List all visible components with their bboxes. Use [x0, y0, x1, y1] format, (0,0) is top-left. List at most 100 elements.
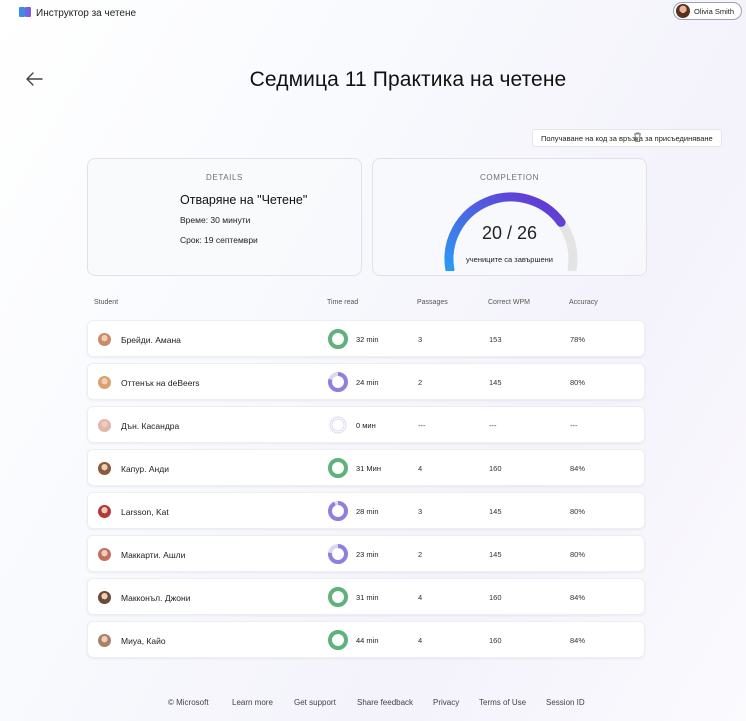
progress-ring-inner [331, 418, 345, 432]
avatar [98, 462, 111, 475]
passages-value: 4 [418, 636, 423, 645]
assignment-due-date: Срок: 19 септември [180, 235, 258, 245]
time-read-value: 23 min [356, 550, 379, 559]
accuracy-value: 78% [570, 335, 586, 344]
completion-value: 20 / 26 [481, 223, 538, 243]
terms-of-use-link[interactable]: Terms of Use [479, 698, 526, 707]
details-label: DETAILS [206, 173, 243, 182]
student-name[interactable]: Маккарти. Ашли [121, 550, 185, 560]
user-name: Olivia Smith [693, 6, 734, 16]
accuracy-value: 84% [570, 593, 586, 602]
avatar [98, 419, 111, 432]
progress-ring-fill [328, 458, 348, 478]
time-read-value: 44 min [356, 636, 379, 645]
correct-wpm-value: 145 [489, 507, 502, 516]
table-row[interactable]: Брейди. Амана 32 min 3 153 78% [87, 320, 645, 357]
time-progress-ring [328, 329, 348, 349]
avatar [98, 376, 111, 389]
avatar [98, 591, 111, 604]
passages-value: 4 [418, 593, 423, 602]
progress-ring-fill [328, 329, 348, 349]
assignment-time: Време: 30 минути [180, 215, 251, 225]
table-row[interactable]: Larsson, Kat 28 min 3 145 80% [87, 492, 645, 529]
accuracy-value: 80% [570, 378, 586, 387]
student-name[interactable]: Брейди. Амана [121, 335, 181, 345]
student-name[interactable]: Капур. Анди [121, 464, 169, 474]
avatar [98, 333, 111, 346]
passages-value: 4 [418, 464, 423, 473]
completion-caption: учениците са завършени [466, 255, 553, 264]
privacy-link[interactable]: Privacy [433, 698, 459, 707]
time-read-value: 24 min [356, 378, 379, 387]
page-title: Седмица 11 Практика на четене [249, 68, 567, 91]
passages-value: 2 [418, 550, 423, 559]
passages-value: 3 [418, 335, 423, 344]
column-header-accuracy[interactable]: Accuracy [569, 299, 598, 306]
correct-wpm-value: 160 [489, 464, 502, 473]
reading-coach-logo-icon [19, 7, 31, 17]
table-header: Student Time read Passages Correct WPM A… [87, 293, 647, 315]
time-progress-ring [328, 372, 348, 392]
learn-more-link[interactable]: Learn more [232, 698, 273, 707]
correct-wpm-value: 160 [489, 593, 502, 602]
column-header-time-read[interactable]: Time read [327, 299, 358, 306]
app-title: Инструктор за четене [36, 8, 137, 19]
student-name[interactable]: Макконъл. Джони [121, 593, 190, 603]
time-read-value: 31 min [356, 593, 379, 602]
passages-value: 2 [418, 378, 423, 387]
column-header-correct-wpm[interactable]: Correct WPM [488, 299, 530, 306]
column-header-student[interactable]: Student [94, 299, 118, 306]
column-header-passages[interactable]: Passages [417, 299, 448, 306]
time-read-value: 0 мин [356, 421, 376, 430]
time-progress-ring [328, 630, 348, 650]
passages-value: --- [418, 421, 426, 430]
correct-wpm-value: 153 [489, 335, 502, 344]
table-row[interactable]: Маккарти. Ашли 23 min 2 145 80% [87, 535, 645, 572]
accuracy-value: 84% [570, 636, 586, 645]
assignment-title: Отваряне на "Четене" [180, 193, 308, 207]
correct-wpm-value: --- [489, 421, 497, 430]
correct-wpm-value: 160 [489, 636, 502, 645]
accuracy-value: 80% [570, 507, 586, 516]
student-name[interactable]: Миуа, Кайо [121, 636, 166, 646]
student-name[interactable]: Дън. Касандра [121, 421, 179, 431]
correct-wpm-value: 145 [489, 378, 502, 387]
avatar [98, 548, 111, 561]
copyright-text: © Microsoft [168, 698, 209, 707]
table-row[interactable]: Макконъл. Джони 31 min 4 160 84% [87, 578, 645, 615]
get-support-link[interactable]: Get support [294, 698, 336, 707]
passages-value: 3 [418, 507, 423, 516]
time-read-value: 31 Мин [356, 464, 382, 473]
completion-card: COMPLETION 20 / 26 учениците са завършен… [372, 158, 647, 276]
correct-wpm-value: 145 [489, 550, 502, 559]
avatar [98, 505, 111, 518]
get-join-link-button[interactable]: Получаване на код за връзка за присъедин… [532, 129, 722, 147]
time-progress-ring [328, 544, 348, 564]
time-read-value: 32 min [356, 335, 379, 344]
progress-ring-fill [328, 630, 348, 650]
table-row[interactable]: Капур. Анди 31 Мин 4 160 84% [87, 449, 645, 486]
share-feedback-link[interactable]: Share feedback [357, 698, 413, 707]
student-name[interactable]: Оттенък на deBeers [121, 378, 200, 388]
table-row[interactable]: Дън. Касандра 0 мин --- --- --- [87, 406, 645, 443]
progress-ring-fill [328, 587, 348, 607]
student-name[interactable]: Larsson, Kat [121, 507, 169, 517]
accuracy-value: --- [570, 421, 578, 430]
time-progress-ring [328, 587, 348, 607]
completion-label: COMPLETION [480, 173, 539, 182]
progress-ring-fill [328, 501, 348, 521]
trash-icon[interactable] [633, 132, 642, 142]
table-row[interactable]: Оттенък на deBeers 24 min 2 145 80% [87, 363, 645, 400]
table-row[interactable]: Миуа, Кайо 44 min 4 160 84% [87, 621, 645, 658]
user-account-button[interactable]: Olivia Smith [672, 2, 742, 20]
app-header: Инструктор за четене Olivia Smith [0, 0, 746, 28]
time-progress-ring [328, 501, 348, 521]
time-progress-ring [328, 458, 348, 478]
avatar [675, 4, 690, 18]
time-read-value: 28 min [356, 507, 379, 516]
details-card: DETAILS Отваряне на "Четене" Време: 30 м… [87, 158, 362, 276]
session-id-link[interactable]: Session ID [546, 698, 585, 707]
avatar [98, 634, 111, 647]
accuracy-value: 80% [570, 550, 586, 559]
time-progress-ring [329, 416, 347, 434]
